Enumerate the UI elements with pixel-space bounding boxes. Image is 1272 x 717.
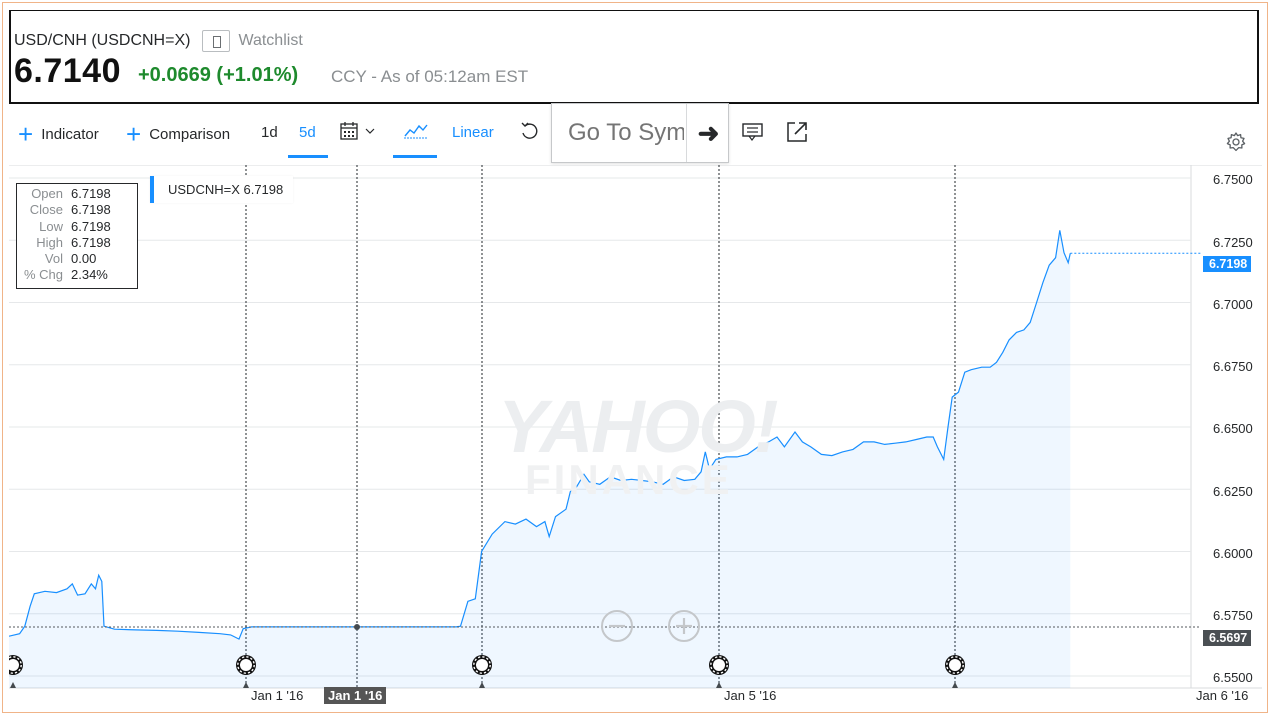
low-label: Low	[39, 218, 63, 234]
series-legend[interactable]: USDCNH=X 6.7198	[150, 176, 294, 203]
close-value: 6.7198	[71, 202, 111, 218]
high-value: 6.7198	[71, 234, 111, 250]
current-price-tag: 6.7198	[1203, 256, 1252, 272]
range-5d-underline	[288, 155, 328, 158]
indicator-label: Indicator	[41, 125, 99, 143]
crosshair-dot	[354, 623, 360, 630]
chg-value: 2.34%	[71, 267, 108, 283]
event-marker-icon[interactable]	[236, 655, 256, 675]
y-tick-label: 6.7500	[1213, 172, 1253, 187]
comparison-button[interactable]: + Comparison	[126, 119, 231, 149]
range-1d-button[interactable]: 1d	[261, 124, 278, 141]
vol-value: 0.00	[71, 251, 97, 267]
change-value: +0.0669	[138, 64, 211, 86]
symbol-line: USD/CNH (USDCNH=X) Watchlist	[14, 30, 303, 52]
last-price: 6.7140	[14, 52, 121, 90]
plus-icon: +	[18, 119, 34, 149]
y-tick-label: 6.5750	[1213, 608, 1253, 623]
legend-text: USDCNH=X 6.7198	[168, 182, 284, 197]
annotate-icon[interactable]	[741, 122, 765, 142]
change-percent: (+1.01%)	[216, 64, 299, 86]
open-value: 6.7198	[71, 186, 111, 201]
event-marker-icon[interactable]	[709, 655, 729, 675]
x-tick-label: Jan 6 '16	[1196, 688, 1249, 703]
ohlc-tooltip: Open 6.7198 Close 6.7198 Low 6.7198 High 6.7…	[16, 183, 138, 289]
watermark-finance: FINANCE	[525, 456, 733, 503]
y-tick-label: 6.5500	[1213, 670, 1253, 685]
chevron-down-icon	[365, 128, 375, 134]
scale-linear-button[interactable]: Linear	[452, 124, 494, 141]
plus-icon: +	[126, 119, 142, 149]
price-change: +0.0669 (+1.01%)	[138, 64, 298, 87]
high-label: High	[36, 234, 63, 250]
event-marker-icon[interactable]	[945, 655, 965, 675]
legend-swatch	[150, 176, 154, 203]
symbol-title: USD/CNH (USDCNH=X)	[14, 32, 191, 49]
goto-symbol-input[interactable]	[552, 104, 687, 162]
close-label: Close	[29, 202, 63, 218]
y-tick-label: 6.6500	[1213, 421, 1253, 436]
indicator-button[interactable]: + Indicator	[18, 119, 99, 149]
y-tick-label: 6.6250	[1213, 484, 1253, 499]
goto-symbol-box: ➜	[551, 103, 729, 163]
prev-close-tag: 6.5697	[1203, 630, 1252, 646]
share-icon[interactable]	[785, 120, 809, 144]
x-crosshair-label: Jan 1 '16	[324, 687, 387, 704]
comparison-label: Comparison	[149, 125, 231, 143]
gear-icon[interactable]	[1225, 131, 1247, 153]
y-tick-label: 6.6000	[1213, 546, 1253, 561]
event-marker-icon[interactable]	[472, 655, 492, 675]
x-tick-label: Jan 5 '16	[724, 688, 777, 703]
watchlist-icon[interactable]	[202, 30, 231, 52]
arrow-right-icon[interactable]: ➜	[688, 104, 729, 162]
calendar-icon[interactable]	[340, 121, 380, 143]
y-tick-label: 6.7000	[1213, 297, 1253, 312]
open-label: Open	[31, 186, 63, 201]
y-tick-label: 6.6750	[1213, 359, 1253, 374]
low-value: 6.7198	[71, 218, 111, 234]
range-5d-button[interactable]: 5d	[299, 124, 316, 141]
y-tick-label: 6.7250	[1213, 235, 1253, 250]
chart-type-underline	[393, 155, 437, 158]
zoom-in-icon[interactable]	[666, 608, 702, 644]
line-chart-icon[interactable]	[403, 121, 429, 141]
watchlist-button[interactable]: Watchlist	[238, 32, 302, 50]
vol-label: Vol	[44, 251, 63, 267]
undo-icon[interactable]	[519, 121, 541, 143]
chg-label: % Chg	[23, 267, 63, 283]
zoom-out-icon[interactable]	[599, 608, 635, 644]
x-tick-label: Jan 1 '16	[251, 688, 304, 703]
as-of-text: CCY - As of 05:12am EST	[331, 67, 529, 86]
quote-header	[9, 10, 1259, 104]
